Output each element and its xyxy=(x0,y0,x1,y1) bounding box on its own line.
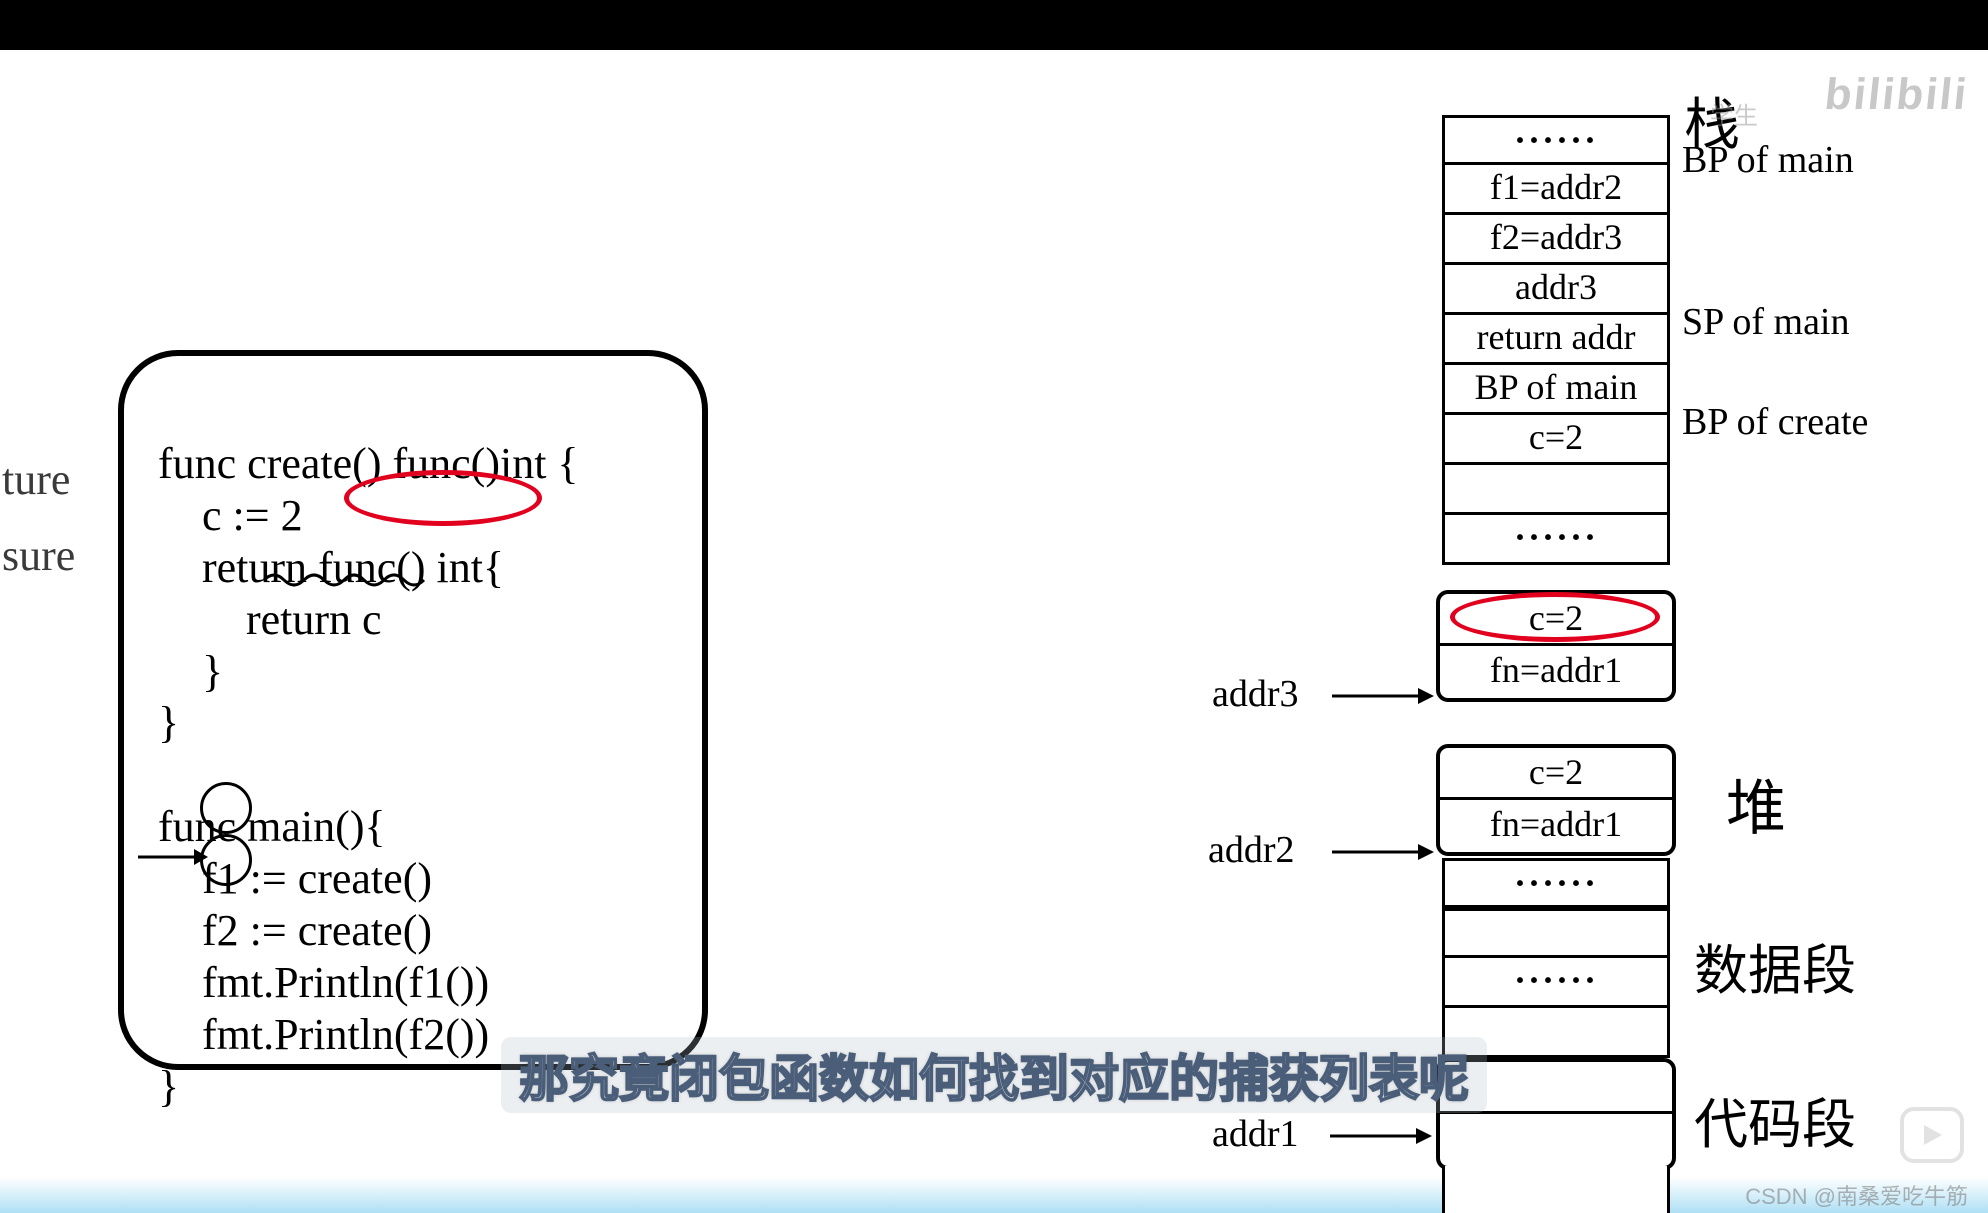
label-bp-main: BP of main xyxy=(1682,138,1854,182)
stack-cell: BP of main xyxy=(1442,365,1670,415)
codeseg-cell-below xyxy=(1442,1166,1670,1213)
stack-cell: f2=addr3 xyxy=(1442,215,1670,265)
code-line-3-post: { xyxy=(483,543,504,592)
stack-cell xyxy=(1442,465,1670,515)
cutoff-text-ture: ture xyxy=(2,454,70,505)
circle-f1 xyxy=(200,782,252,834)
bilibili-tv-icon xyxy=(1900,1107,1964,1163)
mid-dots-cell: ······ xyxy=(1442,858,1670,908)
code-line-6: } xyxy=(158,698,179,747)
stack-cell: f1=addr2 xyxy=(1442,165,1670,215)
page-root: ture sure func create() func()int { c :=… xyxy=(0,0,1988,1213)
csdn-watermark: CSDN @南桑爱吃牛筋 xyxy=(1745,1179,1968,1211)
cutoff-text-sure: sure xyxy=(2,530,75,581)
dataseg-cell xyxy=(1442,908,1670,958)
arrow-addr3 xyxy=(1332,684,1436,708)
code-line-13: } xyxy=(158,1062,179,1111)
code-line-5: } xyxy=(158,647,223,696)
bottom-fade xyxy=(0,1177,1988,1213)
video-subtitle: 那究竟闭包函数如何找到对应的捕获列表呢 xyxy=(501,1037,1487,1113)
squiggle-under-return-c xyxy=(262,572,432,588)
code-line-10-post: := create() xyxy=(239,906,432,955)
label-addr3: addr3 xyxy=(1212,672,1299,716)
heap-cell-fn: fn=addr1 xyxy=(1440,646,1672,698)
red-oval-heap-c2 xyxy=(1450,592,1660,642)
code-line-10-f: f2 xyxy=(202,906,239,955)
code-line-11: fmt.Println(f1()) xyxy=(158,958,489,1007)
codeseg-cell xyxy=(1440,1114,1672,1166)
stack-column: ······ f1=addr2 f2=addr3 addr3 return ad… xyxy=(1442,115,1670,565)
label-addr1: addr1 xyxy=(1212,1112,1299,1156)
stack-cell: ······ xyxy=(1442,515,1670,565)
label-sp-main: SP of main xyxy=(1682,300,1850,344)
arrow-to-f2 xyxy=(138,844,210,870)
label-heap: 堆 xyxy=(1726,760,1788,847)
code-box: func create() func()int { c := 2 return … xyxy=(118,350,708,1070)
code-line-10-pre xyxy=(158,906,202,955)
stack-cell: addr3 xyxy=(1442,265,1670,315)
heap-cell-c: c=2 xyxy=(1440,748,1672,800)
bilibili-sub-text: 学生 xyxy=(1710,96,1758,131)
dataseg-dots: ······ xyxy=(1442,958,1670,1008)
code-line-12: fmt.Println(f2()) xyxy=(158,1010,489,1059)
heap-block-addr2: c=2 fn=addr1 xyxy=(1436,744,1676,856)
top-black-bar xyxy=(0,0,1988,50)
arrow-addr1 xyxy=(1330,1124,1434,1148)
code-line-9-post: := create() xyxy=(239,854,432,903)
code-line-4: return c xyxy=(158,595,382,644)
stack-cell: c=2 xyxy=(1442,415,1670,465)
bilibili-logo: bilibili xyxy=(1822,70,1970,120)
code-line-2: c := 2 xyxy=(158,491,303,540)
label-bp-create: BP of create xyxy=(1682,400,1868,444)
stack-cell: return addr xyxy=(1442,315,1670,365)
heap-cell-fn: fn=addr1 xyxy=(1440,800,1672,852)
stack-cell: ······ xyxy=(1442,115,1670,165)
arrow-addr2 xyxy=(1332,840,1436,864)
label-addr2: addr2 xyxy=(1208,828,1295,872)
label-data-seg: 数据段 xyxy=(1694,926,1856,1005)
label-code-seg: 代码段 xyxy=(1694,1080,1856,1159)
red-oval-func-int xyxy=(344,470,542,526)
